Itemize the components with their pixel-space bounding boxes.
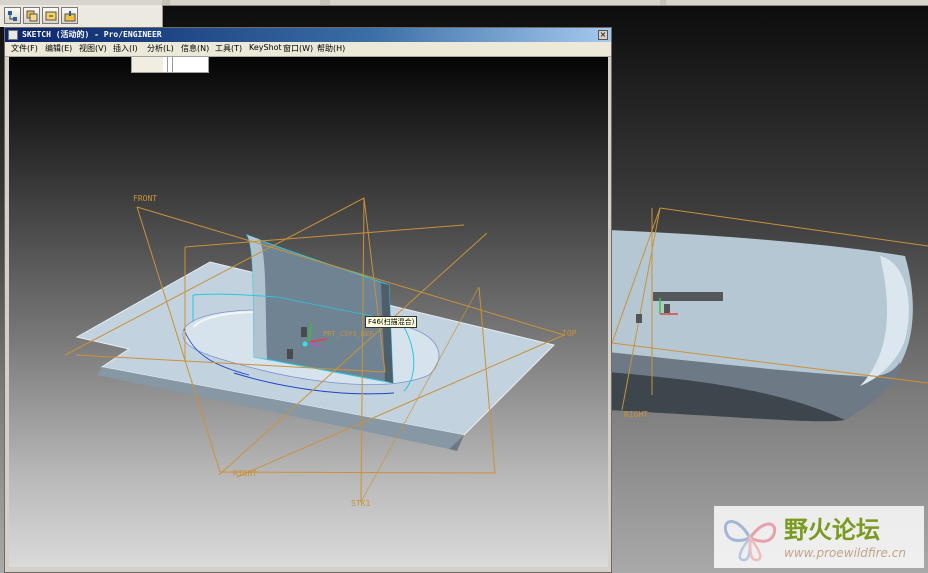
close-button[interactable]: × (598, 30, 608, 40)
feature-tooltip: F46(扫描混合) (365, 316, 418, 328)
forum-watermark: 野火论坛 www.proewildfire.cn (714, 506, 924, 568)
feature-tooltip-text: F46(扫描混合) (368, 318, 415, 326)
watermark-url: www.proewildfire.cn (784, 546, 906, 560)
menu-analysis[interactable]: 分析(L) (147, 43, 174, 54)
menu-window[interactable]: 窗口(W) (283, 43, 313, 54)
sketch-viewport[interactable]: FRONT RIGHT TOP STK1 PRT_CSYS_DEF F46(扫描… (9, 57, 608, 567)
layer-icon[interactable] (23, 7, 40, 24)
csys-label: PRT_CSYS_DEF (323, 330, 374, 338)
menu-bar: 文件(F) 编辑(E) 视图(V) 插入(I) 分析(L) 信息(N) 工具(T… (5, 42, 611, 57)
menu-dropdown[interactable] (131, 56, 209, 73)
menu-view[interactable]: 视图(V) (79, 43, 107, 54)
datum-label-right: RIGHT (233, 469, 258, 478)
menu-edit[interactable]: 编辑(E) (45, 43, 72, 54)
dropdown-separator (167, 57, 173, 72)
menu-help[interactable]: 帮助(H) (317, 43, 345, 54)
app-icon (8, 30, 18, 40)
window-title: SKETCH (活动的) - Pro/ENGINEER (22, 30, 162, 39)
datum-label-top: TOP (562, 329, 577, 338)
menu-file[interactable]: 文件(F) (11, 43, 38, 54)
window-title-bar[interactable]: SKETCH (活动的) - Pro/ENGINEER × (5, 28, 611, 42)
menu-keyshot[interactable]: KeyShot (249, 43, 282, 52)
model-tree-icon[interactable] (4, 7, 21, 24)
datum-label-stk: STK1 (351, 499, 371, 508)
menu-insert[interactable]: 插入(I) (113, 43, 138, 54)
bg-datum-label-right: RIGHT (624, 410, 649, 419)
connections-icon[interactable] (61, 7, 78, 24)
favorites-icon[interactable] (42, 7, 59, 24)
sketch-window[interactable]: SKETCH (活动的) - Pro/ENGINEER × 文件(F) 编辑(E… (4, 27, 612, 573)
watermark-title: 野火论坛 (784, 516, 880, 544)
menu-info[interactable]: 信息(N) (181, 43, 209, 54)
dropdown-selection (132, 57, 163, 72)
sketch-model (64, 197, 565, 503)
butterfly-logo-icon (723, 520, 777, 562)
model-tree-toolbar (0, 5, 163, 27)
datum-label-front: FRONT (133, 194, 158, 203)
menu-tools[interactable]: 工具(T) (215, 43, 242, 54)
